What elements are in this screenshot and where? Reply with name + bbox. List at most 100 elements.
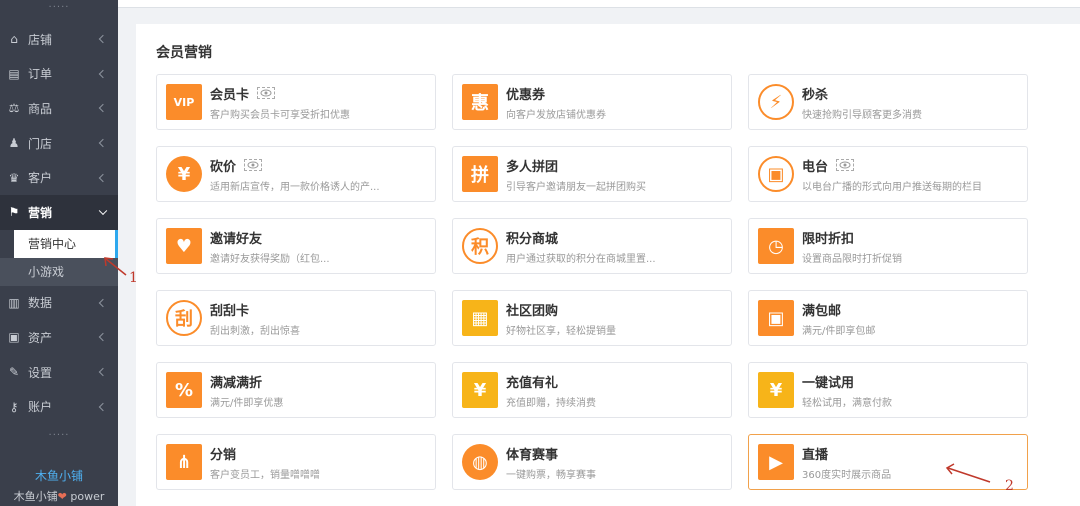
shop-icon: ⌂: [10, 32, 18, 47]
feature-desc: 快速抢购引导顾客更多消费: [802, 109, 922, 121]
free-shipping-icon: ▣: [758, 300, 794, 336]
bargain-icon: ¥: [166, 156, 202, 192]
feature-name: 刮刮卡: [210, 303, 250, 319]
eye-icon[interactable]: [244, 159, 263, 171]
feature-name: 限时折扣: [802, 231, 855, 247]
feature-desc: 满元/件即享优惠: [210, 397, 284, 409]
feature-card[interactable]: ▣ 满包邮满元/件即享包邮: [748, 290, 1028, 346]
feature-card[interactable]: 刮刮刮卡 刮出刺激，刮出惊喜: [156, 290, 436, 346]
sidebar-item-label: 客户: [28, 171, 53, 186]
chevron-icon: [98, 35, 108, 44]
feature-desc: 好物社区享，轻松提销量: [506, 325, 616, 337]
feature-card[interactable]: ¥ 砍价 适用新店宣传，用一款价格诱人的产...: [156, 146, 436, 202]
feature-desc: 一键购票，畅享赛事: [506, 469, 596, 481]
feature-card[interactable]: ⋔ 分销 客户变员工，销量噌噌噌: [156, 434, 436, 490]
recharge-icon: ¥: [462, 372, 498, 408]
feature-name: 满包邮: [802, 303, 842, 319]
live-stream-icon: ▶: [758, 444, 794, 480]
annotation-label-1: 1: [129, 270, 138, 286]
sidebar-item-0[interactable]: ⌂ 店铺: [0, 22, 118, 57]
sidebar-item-8[interactable]: ✎ 设置: [0, 355, 118, 390]
sidebar-item-label: 资产: [28, 330, 53, 345]
feature-card[interactable]: ▣ 电台 以电台广播的形式向用户推送每期的栏目: [748, 146, 1028, 202]
sidebar-item-label: 数据: [28, 296, 53, 311]
sidebar-subitem-0[interactable]: 营销中心: [14, 229, 118, 258]
sidebar-top-dots: ·····: [48, 2, 70, 13]
feature-name: 优惠券: [506, 87, 546, 103]
feature-name: 秒杀: [802, 87, 829, 103]
lightning-icon: ⚡: [758, 84, 794, 120]
points-mall-icon: 积: [462, 228, 498, 264]
key-icon: ⚷: [9, 399, 19, 414]
asset-icon: ▣: [8, 330, 20, 345]
customer-icon: ♛: [8, 170, 20, 185]
sidebar-item-label: 账户: [28, 400, 53, 415]
group-buy-icon: 拼: [462, 156, 498, 192]
feature-card[interactable]: 拼多人拼团 引导客户邀请朋友一起拼团购买: [452, 146, 732, 202]
feature-name: 电台: [802, 159, 829, 175]
discount-icon: %: [166, 372, 202, 408]
feature-desc: 用户通过获取的积分在商城里置...: [506, 253, 656, 265]
order-icon: ▤: [8, 66, 20, 81]
feature-card[interactable]: ♥ 邀请好友 邀请好友获得奖励（红包...: [156, 218, 436, 274]
store-icon: ♟: [8, 136, 20, 151]
marketing-panel: 会员营销 VIP 会员卡 客户购买会员卡可享受折扣优惠 惠优惠券 向客户发放店铺优惠券 ⚡…: [136, 24, 1080, 506]
basketball-icon: ◍: [462, 444, 498, 480]
feature-card[interactable]: ◍ 体育赛事 一键购票，畅享赛事: [452, 434, 732, 490]
brand-link[interactable]: 木鱼小铺: [0, 467, 118, 484]
sidebar-item-2[interactable]: ⚖ 商品: [0, 91, 118, 126]
sidebar: ····· ⌂ 店铺 ▤ 订单 ⚖ 商品 ♟ 门店 ♛ 客户 ⚑ 营销 营销中心 小游戏 ▥ 数据 ▣ 资产 ✎ 设置…: [0, 0, 118, 506]
feature-card[interactable]: % 满减满折 满元/件即享优惠: [156, 362, 436, 418]
vip-card-icon: VIP: [166, 84, 202, 120]
feature-card[interactable]: ¥ 充值有礼 充值即赠，持续消费: [452, 362, 732, 418]
wrench-icon: ✎: [8, 365, 20, 380]
feature-card[interactable]: ▦ 社区团购 好物社区享，轻松提销量: [452, 290, 732, 346]
annotation-arrow-2: [945, 463, 991, 483]
feature-desc: 设置商品限时打折促销: [802, 253, 902, 265]
sidebar-item-9[interactable]: ⚷ 账户: [0, 389, 118, 424]
invite-icon: ♥: [166, 228, 202, 264]
chevron-icon: [98, 138, 108, 148]
sidebar-item-5[interactable]: ⚑ 营销: [0, 194, 118, 230]
eye-icon[interactable]: [257, 87, 276, 99]
sidebar-item-label: 设置: [28, 365, 53, 380]
coupon-icon: 惠: [462, 84, 498, 120]
eye-icon[interactable]: [836, 159, 855, 171]
chevron-icon: [98, 206, 108, 216]
chevron-icon: [98, 173, 108, 182]
sidebar-item-label: 门店: [28, 136, 53, 151]
feature-card[interactable]: VIP 会员卡 客户购买会员卡可享受折扣优惠: [156, 74, 436, 130]
sidebar-item-4[interactable]: ♛ 客户: [0, 160, 118, 195]
feature-desc: 满元/件即享包邮: [802, 325, 876, 337]
feature-name: 分销: [210, 447, 237, 463]
feature-desc: 客户变员工，销量噌噌噌: [210, 469, 320, 481]
chevron-icon: [98, 367, 108, 377]
feature-name: 充值有礼: [506, 375, 559, 391]
feature-name: 积分商城: [506, 231, 559, 247]
feature-desc: 向客户发放店铺优惠券: [506, 109, 606, 121]
feature-name: 邀请好友: [210, 231, 263, 247]
feature-card[interactable]: ¥ 一键试用 轻松试用，满意付款: [748, 362, 1028, 418]
sidebar-item-1[interactable]: ▤ 订单: [0, 57, 118, 92]
sidebar-item-label: 店铺: [28, 32, 53, 47]
feature-desc: 引导客户邀请朋友一起拼团购买: [506, 181, 646, 193]
product-icon: ⚖: [8, 101, 20, 116]
sidebar-bottom-dots: ·····: [48, 429, 70, 441]
feature-name: 砍价: [210, 159, 237, 175]
sidebar-item-3[interactable]: ♟ 门店: [0, 126, 118, 161]
feature-desc: 客户购买会员卡可享受折扣优惠: [210, 109, 350, 121]
feature-card[interactable]: ⚡ 秒杀快速抢购引导顾客更多消费: [748, 74, 1028, 130]
feature-desc: 轻松试用，满意付款: [802, 397, 892, 409]
feature-card[interactable]: 惠优惠券向客户发放店铺优惠券: [452, 74, 732, 130]
scratch-card-icon: 刮: [166, 300, 202, 336]
sidebar-item-label: 订单: [28, 67, 53, 82]
feature-card[interactable]: 积积分商城用户通过获取的积分在商城里置...: [452, 218, 732, 274]
sidebar-item-7[interactable]: ▣ 资产: [0, 320, 118, 355]
trial-icon: ¥: [758, 372, 794, 408]
top-bar: [118, 0, 1080, 8]
sidebar-item-6[interactable]: ▥ 数据: [0, 286, 118, 321]
chevron-icon: [98, 298, 108, 308]
feature-card[interactable]: ◷ 限时折扣 设置商品限时打折促销: [748, 218, 1028, 274]
chevron-icon: [98, 333, 108, 342]
chevron-icon: [98, 104, 108, 113]
